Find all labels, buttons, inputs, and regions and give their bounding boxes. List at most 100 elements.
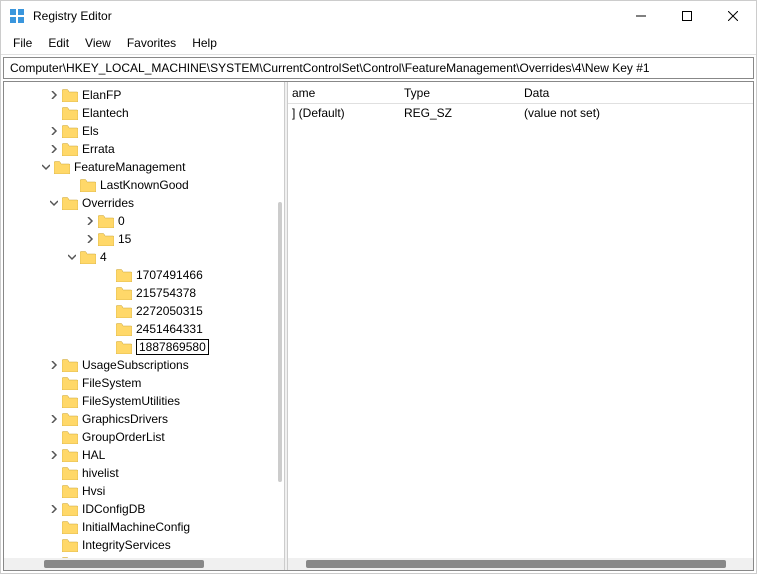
column-header-data[interactable]: Data — [516, 86, 753, 100]
maximize-button[interactable] — [664, 1, 710, 31]
folder-icon — [62, 107, 78, 120]
folder-icon — [54, 161, 70, 174]
menu-view[interactable]: View — [77, 34, 119, 52]
folder-icon — [62, 485, 78, 498]
folder-icon — [80, 179, 96, 192]
vertical-scrollbar[interactable] — [278, 202, 282, 482]
tree-item-hvsi[interactable]: Hvsi — [4, 482, 284, 500]
tree-pane: ElanFP Elantech Els Errata FeatureManage… — [4, 82, 284, 570]
tree-label: hivelist — [82, 466, 119, 480]
tree-item-integrityservices[interactable]: IntegrityServices — [4, 536, 284, 554]
tree-label: 0 — [118, 214, 125, 228]
horizontal-scrollbar[interactable] — [4, 558, 284, 570]
chevron-down-icon[interactable] — [40, 161, 52, 173]
tree-item-lastknowngood[interactable]: LastKnownGood — [4, 176, 284, 194]
registry-tree[interactable]: ElanFP Elantech Els Errata FeatureManage… — [4, 82, 284, 570]
tree-label: HAL — [82, 448, 105, 462]
cell-type: REG_SZ — [396, 106, 516, 120]
tree-item-usagesubscriptions[interactable]: UsageSubscriptions — [4, 356, 284, 374]
tree-label: 2451464331 — [136, 322, 203, 336]
menu-bar: File Edit View Favorites Help — [1, 31, 756, 55]
folder-icon — [98, 233, 114, 246]
column-header-name[interactable]: ame — [288, 86, 396, 100]
folder-icon — [62, 467, 78, 480]
folder-icon — [116, 269, 132, 282]
scrollbar-thumb[interactable] — [44, 560, 204, 568]
tree-label: 2272050315 — [136, 304, 203, 318]
scrollbar-thumb[interactable] — [306, 560, 726, 568]
minimize-button[interactable] — [618, 1, 664, 31]
folder-icon — [62, 377, 78, 390]
tree-item-featuremanagement[interactable]: FeatureManagement — [4, 158, 284, 176]
menu-file[interactable]: File — [5, 34, 40, 52]
folder-icon — [62, 539, 78, 552]
main-split: ElanFP Elantech Els Errata FeatureManage… — [3, 81, 754, 571]
folder-icon — [62, 395, 78, 408]
tree-item-filesystemutilities[interactable]: FileSystemUtilities — [4, 392, 284, 410]
folder-icon — [62, 431, 78, 444]
tree-label: IDConfigDB — [82, 502, 145, 516]
tree-item-4[interactable]: 4 — [4, 248, 284, 266]
tree-item-2451464331[interactable]: 2451464331 — [4, 320, 284, 338]
app-icon — [9, 8, 25, 24]
tree-item-els[interactable]: Els — [4, 122, 284, 140]
window-controls — [618, 1, 756, 31]
list-header: ame Type Data — [288, 82, 753, 104]
folder-icon — [62, 521, 78, 534]
folder-icon — [116, 305, 132, 318]
tree-item-overrides[interactable]: Overrides — [4, 194, 284, 212]
column-header-type[interactable]: Type — [396, 86, 516, 100]
folder-icon — [62, 143, 78, 156]
horizontal-scrollbar[interactable] — [288, 558, 753, 570]
tree-item-0[interactable]: 0 — [4, 212, 284, 230]
folder-icon — [116, 287, 132, 300]
tree-label: FileSystemUtilities — [82, 394, 180, 408]
tree-label: UsageSubscriptions — [82, 358, 189, 372]
menu-help[interactable]: Help — [184, 34, 225, 52]
tree-item-initialmachineconfig[interactable]: InitialMachineConfig — [4, 518, 284, 536]
chevron-down-icon[interactable] — [48, 197, 60, 209]
tree-item-hivelist[interactable]: hivelist — [4, 464, 284, 482]
tree-label: IntegrityServices — [82, 538, 171, 552]
tree-item-newkey-editing[interactable]: 1887869580 — [4, 338, 284, 356]
list-row[interactable]: ] (Default) REG_SZ (value not set) — [288, 104, 753, 122]
folder-icon — [98, 215, 114, 228]
tree-label: 4 — [100, 250, 107, 264]
tree-item-215754378[interactable]: 215754378 — [4, 284, 284, 302]
tree-item-2272050315[interactable]: 2272050315 — [4, 302, 284, 320]
tree-item-idconfigdb[interactable]: IDConfigDB — [4, 500, 284, 518]
menu-edit[interactable]: Edit — [40, 34, 77, 52]
tree-label: 215754378 — [136, 286, 196, 300]
tree-label: Elantech — [82, 106, 129, 120]
tree-label: 1707491466 — [136, 268, 203, 282]
tree-label: InitialMachineConfig — [82, 520, 190, 534]
window-title: Registry Editor — [33, 9, 618, 23]
folder-icon — [62, 359, 78, 372]
tree-label: Overrides — [82, 196, 134, 210]
folder-icon — [116, 341, 132, 354]
folder-icon — [62, 125, 78, 138]
tree-item-filesystem[interactable]: FileSystem — [4, 374, 284, 392]
tree-item-elanfp[interactable]: ElanFP — [4, 86, 284, 104]
folder-icon — [62, 197, 78, 210]
tree-item-hal[interactable]: HAL — [4, 446, 284, 464]
tree-label: Errata — [82, 142, 115, 156]
tree-label: GraphicsDrivers — [82, 412, 168, 426]
tree-label: ElanFP — [82, 88, 121, 102]
values-pane: ame Type Data ] (Default) REG_SZ (value … — [288, 82, 753, 570]
address-bar[interactable]: Computer\HKEY_LOCAL_MACHINE\SYSTEM\Curre… — [3, 57, 754, 79]
tree-item-errata[interactable]: Errata — [4, 140, 284, 158]
folder-icon — [62, 413, 78, 426]
tree-item-grouporderlist[interactable]: GroupOrderList — [4, 428, 284, 446]
tree-item-elantech[interactable]: Elantech — [4, 104, 284, 122]
title-bar: Registry Editor — [1, 1, 756, 31]
chevron-down-icon[interactable] — [66, 251, 78, 263]
tree-item-15[interactable]: 15 — [4, 230, 284, 248]
tree-item-1707491466[interactable]: 1707491466 — [4, 266, 284, 284]
menu-favorites[interactable]: Favorites — [119, 34, 184, 52]
tree-item-graphicsdrivers[interactable]: GraphicsDrivers — [4, 410, 284, 428]
tree-label: 15 — [118, 232, 131, 246]
tree-label: Els — [82, 124, 99, 138]
tree-label-edit[interactable]: 1887869580 — [136, 339, 209, 355]
close-button[interactable] — [710, 1, 756, 31]
